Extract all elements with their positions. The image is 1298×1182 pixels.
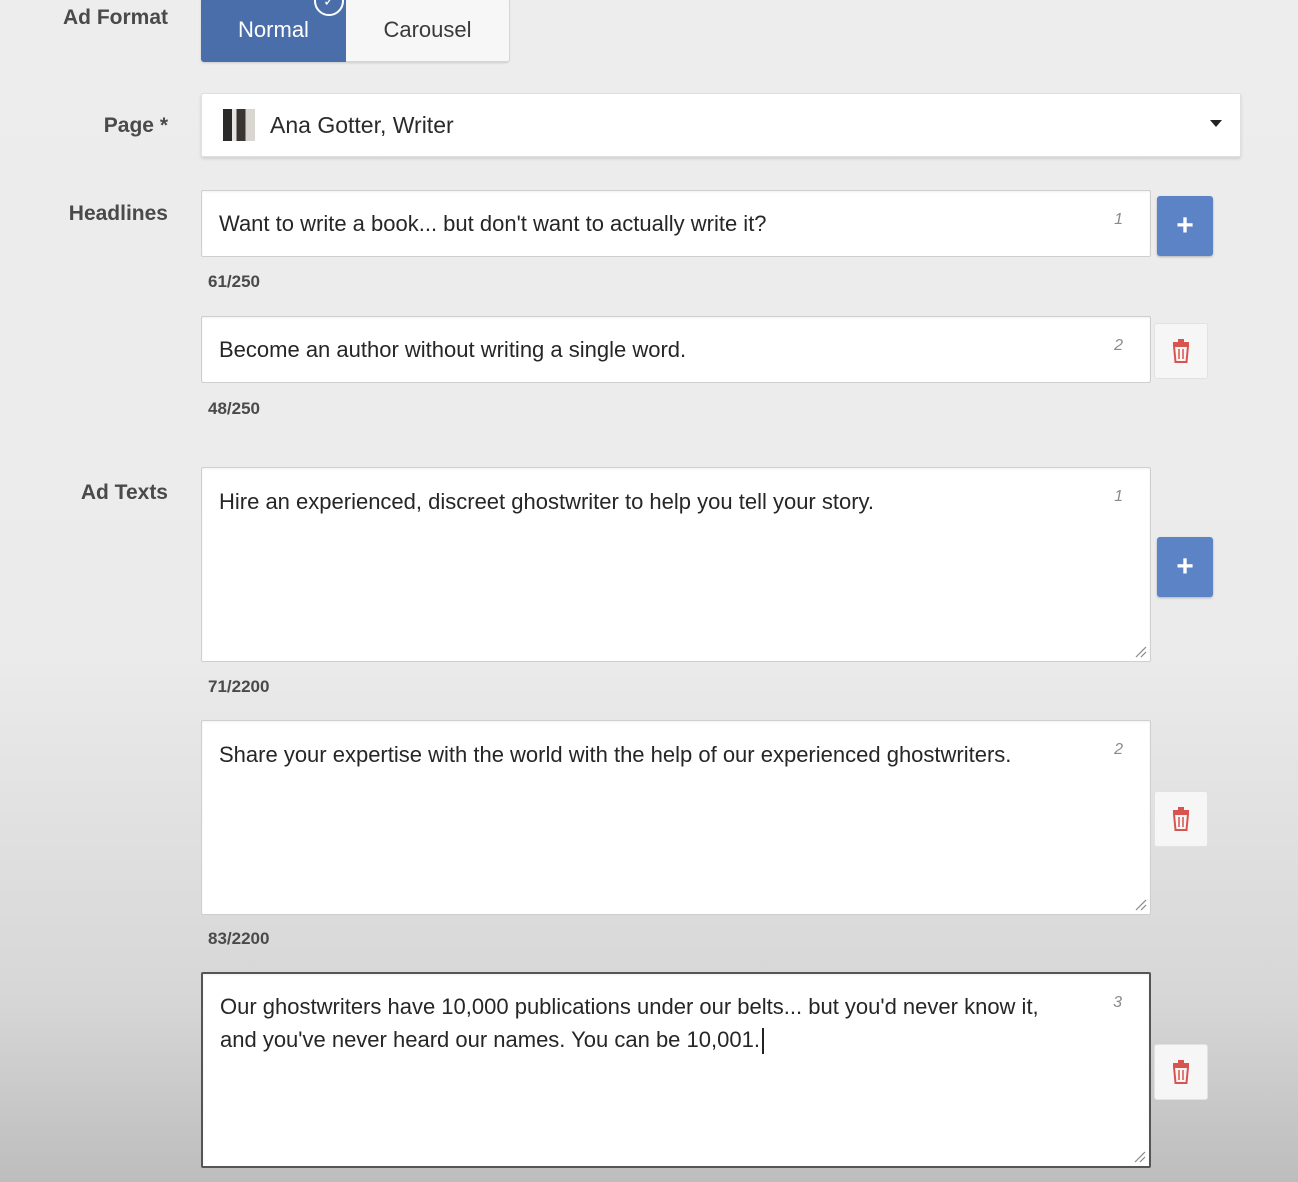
headline-index-1: 1 [1114, 211, 1123, 228]
plus-icon: + [1176, 550, 1194, 583]
add-headline-button[interactable]: + [1157, 196, 1213, 256]
text-cursor [761, 1028, 764, 1055]
headline-index-2: 2 [1114, 337, 1123, 354]
ad-format-carousel-label: Carousel [383, 17, 472, 42]
ad-text-index-3: 3 [1113, 994, 1122, 1011]
ad-format-normal-option[interactable]: Normal ✓ [201, 0, 346, 62]
ad-text-input-3[interactable]: Our ghostwriters have 10,000 publication… [201, 972, 1151, 1168]
ad-text-1: Hire an experienced, discreet ghostwrite… [219, 489, 875, 514]
ad-text-3-content: Our ghostwriters have 10,000 publication… [220, 994, 1045, 1052]
delete-ad-text-2-button[interactable] [1154, 791, 1208, 847]
page-label: Page * [103, 114, 168, 137]
ad-format-normal-label: Normal [238, 17, 309, 42]
add-ad-text-button[interactable]: + [1157, 537, 1213, 597]
ad-text-index-2: 2 [1114, 741, 1123, 758]
ad-text-input-2[interactable]: Share your expertise with the world with… [201, 720, 1151, 915]
headline-text-2: Become an author without writing a singl… [219, 337, 687, 362]
trash-icon [1172, 339, 1190, 363]
ad-text-index-1: 1 [1114, 488, 1123, 505]
headline-counter-2: 48/250 [208, 399, 260, 418]
ad-text-counter-2: 83/2200 [208, 929, 270, 948]
resize-handle-icon[interactable] [1135, 899, 1147, 911]
ad-texts-label: Ad Texts [80, 481, 168, 504]
ad-format-carousel-option[interactable]: Carousel [346, 0, 510, 62]
ad-format-label: Ad Format [63, 6, 168, 29]
delete-ad-text-3-button[interactable] [1154, 1044, 1208, 1100]
headline-text-1: Want to write a book... but don't want t… [219, 211, 767, 236]
check-icon: ✓ [314, 0, 344, 16]
headline-counter-1: 61/250 [208, 272, 260, 291]
ad-format-toggle: Normal ✓ Carousel [201, 0, 510, 62]
headline-input-1[interactable]: Want to write a book... but don't want t… [201, 190, 1151, 257]
page-select-value: Ana Gotter, Writer [270, 111, 454, 138]
caret-down-icon [1210, 120, 1222, 127]
ad-text-counter-1: 71/2200 [208, 677, 270, 696]
page-select[interactable]: Ana Gotter, Writer [201, 93, 1241, 157]
ad-text-input-1[interactable]: Hire an experienced, discreet ghostwrite… [201, 467, 1151, 662]
plus-icon: + [1176, 209, 1194, 242]
trash-icon [1172, 1060, 1190, 1084]
trash-icon [1172, 807, 1190, 831]
delete-headline-2-button[interactable] [1154, 323, 1208, 379]
resize-handle-icon[interactable] [1135, 646, 1147, 658]
headline-input-2[interactable]: Become an author without writing a singl… [201, 316, 1151, 383]
headlines-label: Headlines [68, 202, 168, 225]
resize-handle-icon[interactable] [1134, 1151, 1146, 1163]
page-avatar [223, 109, 255, 141]
ad-text-2: Share your expertise with the world with… [219, 742, 1012, 767]
ad-text-3: Our ghostwriters have 10,000 publication… [220, 990, 1080, 1056]
